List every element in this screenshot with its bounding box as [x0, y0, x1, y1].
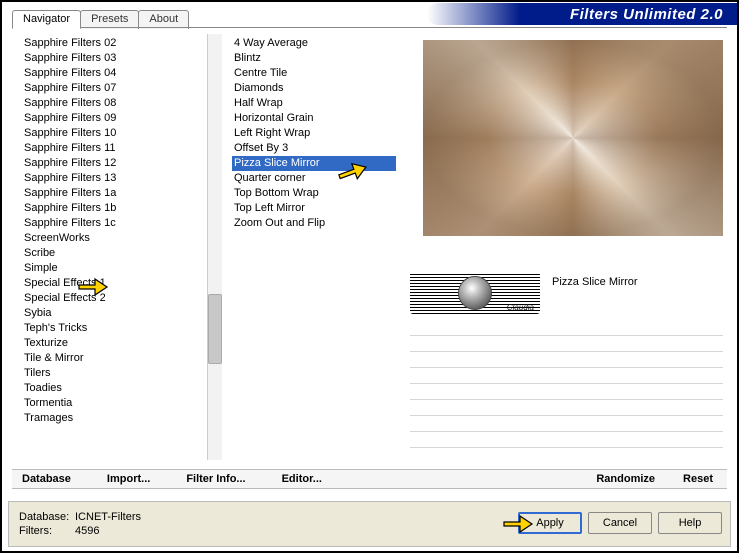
- action-toolbar: Database Import... Filter Info... Editor…: [12, 469, 727, 489]
- db-label: Database:: [19, 510, 75, 524]
- param-row: [410, 352, 723, 368]
- category-item[interactable]: Teph's Tricks: [24, 321, 207, 336]
- app-title: Filters Unlimited 2.0: [570, 6, 723, 23]
- filter-item[interactable]: Horizontal Grain: [232, 111, 396, 126]
- filter-info-button[interactable]: Filter Info...: [186, 473, 245, 485]
- selected-filter-name: Pizza Slice Mirror: [552, 276, 638, 288]
- category-list[interactable]: Sapphire Filters 02Sapphire Filters 03Sa…: [16, 34, 208, 460]
- help-button[interactable]: Help: [658, 512, 722, 534]
- filter-item[interactable]: Zoom Out and Flip: [232, 216, 396, 231]
- category-item[interactable]: Sapphire Filters 07: [24, 81, 207, 96]
- category-item[interactable]: Sapphire Filters 03: [24, 51, 207, 66]
- category-item[interactable]: Scribe: [24, 246, 207, 261]
- db-value: ICNET-Filters: [75, 511, 141, 523]
- category-item[interactable]: Texturize: [24, 336, 207, 351]
- cancel-button[interactable]: Cancel: [588, 512, 652, 534]
- param-row: [410, 416, 723, 432]
- parameter-area: [410, 320, 723, 448]
- preview-image: [423, 40, 723, 236]
- category-item[interactable]: Tramages: [24, 411, 207, 426]
- editor-button[interactable]: Editor...: [282, 473, 322, 485]
- apply-button[interactable]: Apply: [518, 512, 582, 534]
- filter-list[interactable]: 4 Way AverageBlintzCentre TileDiamondsHa…: [226, 34, 396, 460]
- category-item[interactable]: Special Effects 2: [24, 291, 207, 306]
- filter-item[interactable]: Pizza Slice Mirror: [232, 156, 396, 171]
- tab-navigator[interactable]: Navigator: [12, 10, 81, 29]
- param-row: [410, 368, 723, 384]
- dialog-buttons: Apply Cancel Help: [518, 512, 722, 534]
- param-row: [410, 384, 723, 400]
- category-item[interactable]: Tormentia: [24, 396, 207, 411]
- filter-item[interactable]: Top Bottom Wrap: [232, 186, 396, 201]
- tab-underline: [12, 27, 727, 28]
- category-item[interactable]: Sapphire Filters 09: [24, 111, 207, 126]
- filters-unlimited-window: Filters Unlimited 2.0 Navigator Presets …: [0, 0, 739, 553]
- category-item[interactable]: Sapphire Filters 13: [24, 171, 207, 186]
- filter-item[interactable]: Offset By 3: [232, 141, 396, 156]
- filter-item[interactable]: Half Wrap: [232, 96, 396, 111]
- filter-item[interactable]: Centre Tile: [232, 66, 396, 81]
- status-bar: Database:ICNET-Filters Filters:4596 Appl…: [8, 501, 731, 547]
- plugin-logo: Claudia: [410, 272, 540, 314]
- category-item[interactable]: Sapphire Filters 02: [24, 36, 207, 51]
- filters-count-value: 4596: [75, 525, 99, 537]
- globe-icon: [458, 276, 492, 310]
- param-row: [410, 320, 723, 336]
- category-item[interactable]: Toadies: [24, 381, 207, 396]
- filter-item[interactable]: Quarter corner: [232, 171, 396, 186]
- filter-item[interactable]: Blintz: [232, 51, 396, 66]
- param-row: [410, 336, 723, 352]
- category-item[interactable]: Sapphire Filters 12: [24, 156, 207, 171]
- category-item[interactable]: Sybia: [24, 306, 207, 321]
- category-item[interactable]: Sapphire Filters 10: [24, 126, 207, 141]
- randomize-button[interactable]: Randomize: [596, 473, 655, 485]
- category-item[interactable]: Sapphire Filters 04: [24, 66, 207, 81]
- filter-item[interactable]: 4 Way Average: [232, 36, 396, 51]
- filter-item[interactable]: Left Right Wrap: [232, 126, 396, 141]
- category-scrollbar[interactable]: [208, 34, 222, 460]
- param-row: [410, 432, 723, 448]
- status-info: Database:ICNET-Filters Filters:4596: [9, 506, 151, 542]
- category-item[interactable]: Tile & Mirror: [24, 351, 207, 366]
- reset-button[interactable]: Reset: [683, 473, 713, 485]
- category-item[interactable]: Special Effects 1: [24, 276, 207, 291]
- database-button[interactable]: Database: [22, 473, 71, 485]
- filter-item[interactable]: Diamonds: [232, 81, 396, 96]
- preview-content: [423, 40, 723, 236]
- main-panel: Sapphire Filters 02Sapphire Filters 03Sa…: [16, 34, 723, 491]
- category-item[interactable]: Sapphire Filters 1c: [24, 216, 207, 231]
- filters-count-label: Filters:: [19, 524, 75, 538]
- title-bar: Filters Unlimited 2.0: [427, 3, 737, 25]
- import-button[interactable]: Import...: [107, 473, 150, 485]
- logo-label: Claudia: [507, 303, 534, 312]
- category-item[interactable]: Sapphire Filters 08: [24, 96, 207, 111]
- category-item[interactable]: Tilers: [24, 366, 207, 381]
- filter-item[interactable]: Top Left Mirror: [232, 201, 396, 216]
- category-item[interactable]: Sapphire Filters 1a: [24, 186, 207, 201]
- category-item[interactable]: Sapphire Filters 1b: [24, 201, 207, 216]
- category-item[interactable]: Sapphire Filters 11: [24, 141, 207, 156]
- category-item[interactable]: ScreenWorks: [24, 231, 207, 246]
- param-row: [410, 400, 723, 416]
- scrollbar-thumb[interactable]: [208, 294, 222, 364]
- category-item[interactable]: Simple: [24, 261, 207, 276]
